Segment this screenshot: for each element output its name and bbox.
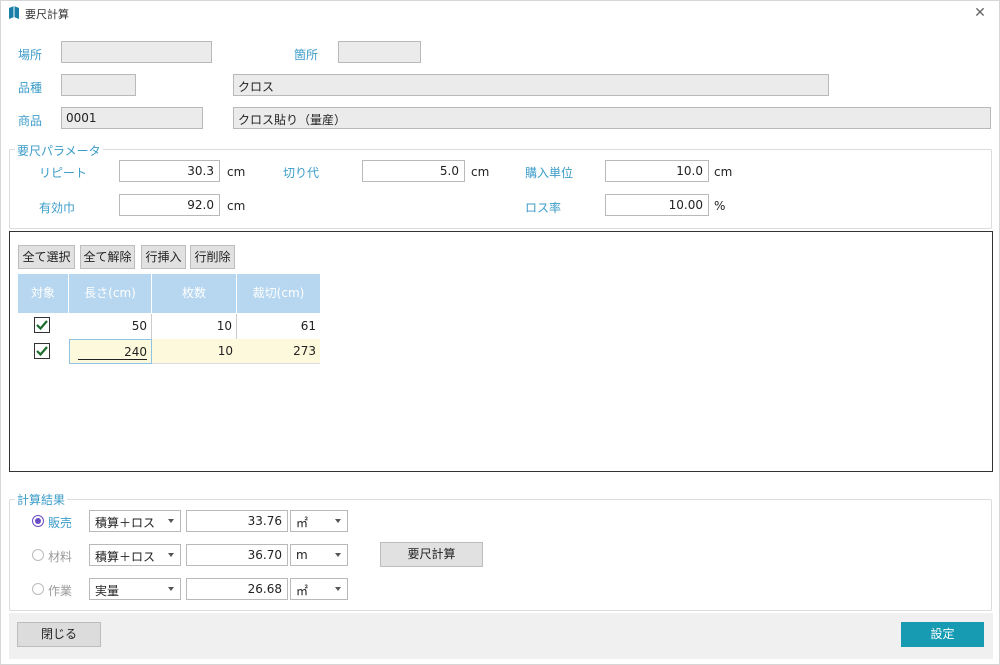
work-value: 26.68 [186,578,288,600]
work-method-value: 実量 [95,584,120,598]
app-book-icon [9,6,19,19]
loss-unit: % [714,199,726,213]
purchase-unit-label: 購入単位 [525,166,574,180]
footer-bar: 閉じる 設定 [9,613,993,659]
material-unit-value: m [296,548,308,562]
title-bar: 要尺計算 ✕ [1,1,999,25]
hinshu-code-field [61,74,136,96]
close-icon[interactable]: ✕ [971,4,989,22]
radio-material[interactable] [32,549,44,561]
deselect-all-button[interactable]: 全て解除 [80,245,135,269]
params-title: 要尺パラメータ [15,142,103,159]
repeat-unit: cm [227,165,246,179]
col-header-target[interactable]: 対象 [18,274,69,313]
delete-row-button[interactable]: 行削除 [190,245,235,269]
purchase-unit-unit: cm [714,165,733,179]
insert-row-button[interactable]: 行挿入 [141,245,186,269]
row-checkbox[interactable] [34,343,50,359]
chevron-down-icon [335,587,341,591]
cell-count[interactable]: 10 [152,339,237,364]
cut-label: 切り代 [283,166,320,180]
calculate-button[interactable]: 要尺計算 [380,542,483,567]
chevron-down-icon [168,553,174,557]
sales-label: 販売 [48,516,73,530]
width-label: 有効巾 [39,201,76,215]
repeat-label: リピート [39,166,88,180]
cell-length-value: 240 [78,345,147,360]
select-all-button[interactable]: 全て選択 [18,245,75,269]
check-icon [36,320,48,331]
material-method-select[interactable]: 積算＋ロス [89,544,181,566]
hinshu-name-field: クロス [233,74,829,96]
chevron-down-icon [168,519,174,523]
chevron-down-icon [168,587,174,591]
material-method-value: 積算＋ロス [95,550,156,564]
sales-unit-value: ㎡ [296,516,309,530]
basho-label: 場所 [18,48,43,62]
shohin-label: 商品 [18,114,43,128]
kasho-label: 箇所 [294,48,319,62]
window-title: 要尺計算 [25,8,69,21]
sales-unit-select[interactable]: ㎡ [290,510,348,532]
set-button[interactable]: 設定 [901,622,984,647]
cell-length[interactable]: 50 [69,314,152,339]
row-checkbox[interactable] [34,317,50,333]
cell-length-editing[interactable]: 240 [69,339,152,364]
material-label: 材料 [48,550,73,564]
shohin-name-field: クロス貼り（量産） [233,107,991,129]
material-unit-select[interactable]: m [290,544,348,566]
check-icon [36,346,48,357]
basho-field [61,41,212,63]
material-value: 36.70 [186,544,288,566]
repeat-input[interactable]: 30.3 [119,160,220,182]
chevron-down-icon [335,519,341,523]
loss-input[interactable]: 10.00 [605,194,709,216]
kasho-field [338,41,421,63]
col-header-cut[interactable]: 裁切(cm) [237,274,320,313]
cut-unit: cm [471,165,490,179]
radio-sales[interactable] [32,515,44,527]
length-grid-panel: 全て選択 全て解除 行挿入 行削除 対象 長さ(cm) 枚数 裁切(cm) 50… [9,231,993,472]
width-unit: cm [227,199,246,213]
cut-input[interactable]: 5.0 [362,160,465,182]
col-header-length[interactable]: 長さ(cm) [69,274,152,313]
cell-cut[interactable]: 61 [237,314,320,339]
loss-label: ロス率 [525,201,562,215]
work-method-select[interactable]: 実量 [89,578,181,600]
sales-method-select[interactable]: 積算＋ロス [89,510,181,532]
col-header-count[interactable]: 枚数 [152,274,237,313]
cell-count[interactable]: 10 [152,314,237,339]
sales-method-value: 積算＋ロス [95,516,156,530]
close-button[interactable]: 閉じる [17,622,101,647]
results-title: 計算結果 [15,491,68,508]
work-unit-select[interactable]: ㎡ [290,578,348,600]
shohin-code-field: 0001 [61,107,203,129]
chevron-down-icon [335,553,341,557]
radio-work[interactable] [32,583,44,595]
sales-value: 33.76 [186,510,288,532]
work-label: 作業 [48,584,73,598]
purchase-unit-input[interactable]: 10.0 [605,160,709,182]
dialog-window: 要尺計算 ✕ 場所 箇所 品種 クロス 商品 0001 クロス貼り（量産） 要尺… [0,0,1000,665]
hinshu-label: 品種 [18,81,43,95]
cell-cut[interactable]: 273 [237,339,320,364]
work-unit-value: ㎡ [296,584,309,598]
width-input[interactable]: 92.0 [119,194,220,216]
